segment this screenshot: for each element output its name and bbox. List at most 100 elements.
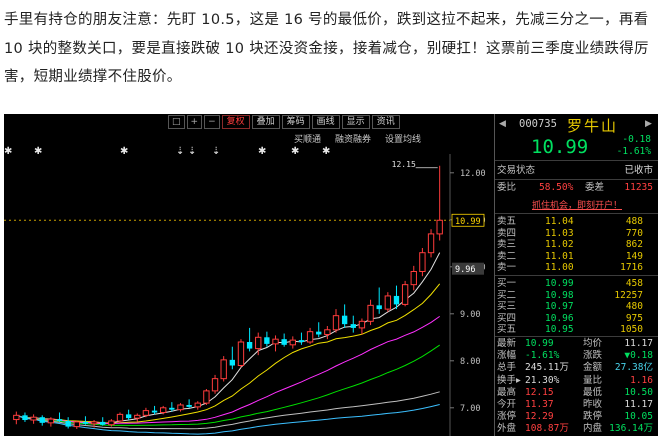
candle-body — [237, 341, 245, 366]
status-label: 交易状态 — [497, 165, 536, 176]
candle-body — [358, 320, 366, 329]
toolbar-display-button[interactable]: 显示 — [341, 115, 370, 129]
candle-body — [427, 233, 435, 254]
toolbar-chips-button[interactable]: 筹码 — [281, 115, 310, 129]
bid-row: 买二 10.98 12257 — [497, 290, 657, 302]
stat-label: 最低 — [583, 386, 603, 398]
toolbar-zoom-in-button[interactable]: + — [186, 115, 203, 129]
ask-price: 11.03 — [545, 227, 574, 239]
candle-body — [142, 410, 150, 416]
candle-body — [281, 339, 287, 345]
stock-code: 000735 — [519, 118, 557, 130]
ask-volume: 862 — [625, 239, 643, 251]
bid-row: 买四 10.96 975 — [497, 313, 657, 325]
divider — [495, 336, 658, 337]
stat-row: 最新 10.99 均价 11.17 — [497, 338, 657, 350]
ask-volume: 488 — [625, 216, 643, 227]
last-price: 10.99 — [531, 136, 589, 158]
stat-value: 108.87万 — [525, 423, 569, 435]
stat-label: 昨收 — [583, 399, 603, 410]
ask-level-label: 卖五 — [497, 216, 517, 227]
candle-body — [65, 420, 71, 427]
weicha-value: 11235 — [624, 182, 653, 193]
stat-value: 11.37 — [525, 399, 554, 410]
stat-label: 涨跌 — [583, 350, 603, 362]
candle-body — [82, 421, 89, 424]
divider — [495, 213, 658, 214]
weibi-row: 委比 58.50% 委差 11235 — [497, 182, 657, 194]
stat-row: 涨停 12.29 跌停 10.05 — [497, 411, 657, 423]
subbar-ma-settings-link[interactable]: 设置均线 — [385, 132, 421, 145]
candle-body — [100, 421, 106, 425]
candle-body — [116, 413, 124, 422]
toolbar-overlay-button[interactable]: 叠加 — [251, 115, 280, 129]
stat-label: 外盘 — [497, 423, 517, 435]
candle-body — [211, 378, 219, 392]
bid-price: 10.99 — [545, 278, 574, 289]
candle-body — [298, 340, 305, 342]
toolbar-draw-button[interactable]: 画线 — [311, 115, 340, 129]
candle-body — [134, 414, 141, 419]
stat-value: 10.05 — [624, 411, 653, 423]
toolbar-news-button[interactable]: 资讯 — [371, 115, 400, 129]
candle-body — [203, 390, 210, 404]
high-price-label: 12.15 — [392, 160, 416, 169]
candle-body — [410, 271, 417, 286]
candle-body — [160, 407, 167, 414]
subbar-buy-link[interactable]: 买顺通 — [294, 132, 321, 145]
chart-toolbar: □ + − 复权 叠加 筹码 画线 显示 资讯 — [168, 115, 402, 130]
stat-row: 总手 245.11万 金额 27.38亿 — [497, 362, 657, 374]
candle-body — [125, 414, 132, 419]
article-text: 手里有持仓的朋友注意：先盯 10.5，这是 16 号的最低价，跌到这拉不起来，先… — [0, 0, 662, 112]
stat-row: 外盘 108.87万 内盘 136.14万 — [497, 423, 657, 435]
stock-name: 罗牛山 — [567, 117, 619, 135]
quote-panel: ◀ 000735 罗牛山 ▶ 10.99 -0.18 -1.61% 交易状态 已… — [494, 114, 658, 436]
marker-price-tag: 9.96 — [455, 265, 475, 275]
ask-volume: 770 — [625, 227, 643, 239]
candle-body — [376, 305, 382, 310]
stat-label: 涨幅 — [497, 350, 517, 362]
stat-value: 12.29 — [525, 411, 554, 423]
bid-row: 买三 10.97 480 — [497, 301, 657, 313]
prev-stock-icon[interactable]: ◀ — [499, 119, 506, 129]
moving-average-line — [16, 283, 441, 424]
bid-volume: 1050 — [620, 324, 643, 336]
candle-body — [90, 421, 98, 425]
ask-price: 11.04 — [545, 216, 574, 227]
stat-value: 11.17 — [624, 399, 653, 410]
candlestick-chart[interactable]: 12.0011.0010.009.008.007.0010.999.9612.1… — [4, 154, 494, 436]
candle-body — [341, 315, 348, 325]
candle-body — [350, 324, 356, 328]
toolbar-window-button[interactable]: □ — [168, 115, 185, 129]
candle-body — [177, 404, 184, 411]
toolbar-adjust-button[interactable]: 复权 — [221, 115, 250, 129]
stat-row: 换手▸ 21.30% 量比 1.16 — [497, 375, 657, 387]
bid-volume: 975 — [625, 312, 643, 324]
status-row: 交易状态 已收市 — [497, 165, 657, 177]
moving-average-line — [16, 315, 440, 425]
candle-body — [47, 418, 55, 424]
divider — [495, 179, 658, 180]
ask-level-label: 卖一 — [497, 262, 517, 274]
candle-body — [73, 421, 80, 428]
stat-label: 涨停 — [497, 411, 517, 423]
ask-price: 11.01 — [545, 250, 574, 262]
candle-body — [419, 252, 426, 272]
stat-value: ▼0.18 — [624, 350, 653, 362]
ask-row: 卖四 11.03 770 — [497, 228, 657, 240]
stat-value: 27.38亿 — [614, 362, 653, 374]
toolbar-zoom-out-button[interactable]: − — [204, 115, 220, 129]
candle-body — [39, 417, 45, 423]
next-stock-icon[interactable]: ▶ — [645, 119, 652, 129]
stat-value: 11.17 — [624, 338, 653, 349]
candle-body — [169, 407, 175, 410]
stat-label: 均价 — [583, 338, 603, 349]
ask-level-label: 卖三 — [497, 239, 517, 251]
account-promo-link[interactable]: 抓住机会，即刻开户！ — [495, 198, 658, 211]
bid-price: 10.96 — [545, 312, 574, 324]
subbar-margin-link[interactable]: 融资融券 — [335, 132, 371, 145]
candle-body — [324, 329, 331, 335]
ask-price: 11.02 — [545, 239, 574, 251]
divider — [495, 160, 658, 161]
candle-body — [186, 404, 192, 407]
